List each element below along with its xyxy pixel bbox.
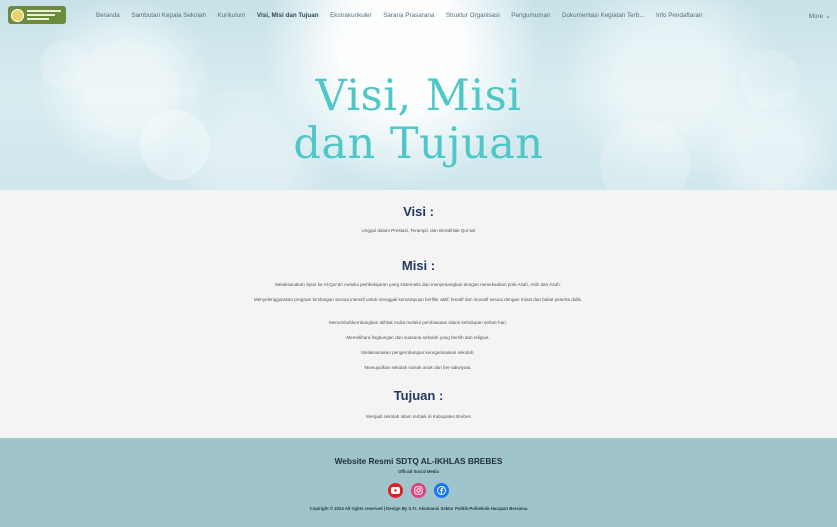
instagram-icon[interactable] [411, 483, 426, 498]
visi-text: Unggul dalam Prestasi, Terampil, dan Ber… [361, 228, 476, 233]
nav-item-kurikulum[interactable]: Kurikulum [217, 12, 245, 19]
tujuan-heading: Tujuan : [393, 388, 444, 403]
nav-item-ekstrakurikuler[interactable]: Ekstrakurikuler [330, 12, 372, 19]
misi-item: Menumbuhkembangkan akhlak mulia melalui … [329, 320, 507, 325]
nav-item-pengumuman[interactable]: Pengumuman [511, 12, 550, 19]
facebook-icon[interactable] [434, 483, 449, 498]
page-title: Visi, Misi dan Tujuan [0, 72, 837, 168]
school-logo[interactable] [8, 6, 66, 24]
nav-item-pendaftaran[interactable]: Info Pendaftaran [656, 12, 703, 19]
footer-title: Website Resmi SDTQ AL-IKHLAS BREBES [334, 456, 503, 466]
visi-heading: Visi : [403, 204, 434, 219]
nav-menu: Beranda Sambutan Kepala Sekolah Kurikulu… [96, 12, 714, 19]
chevron-down-icon: ⌄ [825, 13, 831, 20]
main-content: Visi : Unggul dalam Prestasi, Terampil, … [0, 190, 837, 438]
more-menu-button[interactable]: More ⌄ [808, 12, 831, 21]
nav-item-dokumentasi[interactable]: Dokumentasi Kegiatan Terb... [562, 12, 645, 19]
logo-text-lines [27, 10, 61, 20]
copyright-text: Copiright © 2024 All rights reserved | D… [309, 506, 528, 511]
nav-item-sarana[interactable]: Sarana Prasarana [383, 12, 434, 19]
page-title-line-2: dan Tujuan [293, 119, 544, 169]
social-links [0, 483, 837, 498]
nav-item-beranda[interactable]: Beranda [96, 12, 120, 19]
misi-item: Menyelenggarakan program bimbingan secar… [253, 297, 583, 302]
youtube-icon[interactable] [388, 483, 403, 498]
tujuan-text: Menjadi sekolah Islam terbaik di Kabupat… [366, 414, 471, 419]
nav-item-visi-misi[interactable]: Visi, Misi dan Tujuan [257, 12, 319, 19]
footer-subtitle: Official Social Media [398, 469, 439, 474]
more-label: More [808, 12, 824, 20]
top-navigation: Beranda Sambutan Kepala Sekolah Kurikulu… [0, 0, 837, 30]
logo-emblem-icon [11, 8, 24, 22]
misi-heading: Misi : [401, 258, 436, 273]
nav-item-sambutan[interactable]: Sambutan Kepala Sekolah [131, 12, 206, 19]
site-footer: Website Resmi SDTQ AL-IKHLAS BREBES Offi… [0, 438, 837, 527]
misi-item: Mewujudkan sekolah ramah anak dan ber-ad… [364, 365, 472, 370]
misi-item: Memelihara lingkungan dan suasana sekola… [346, 335, 490, 340]
misi-item: Melaksanakan pengembangan keorganisasian… [361, 350, 475, 355]
nav-item-struktur[interactable]: Struktur Organisasi [446, 12, 500, 19]
hero-banner: Beranda Sambutan Kepala Sekolah Kurikulu… [0, 0, 837, 190]
page-title-line-1: Visi, Misi [315, 71, 522, 121]
misi-item: Melaksanakan Syiar ke Al-Qur'an melalui … [275, 282, 561, 287]
